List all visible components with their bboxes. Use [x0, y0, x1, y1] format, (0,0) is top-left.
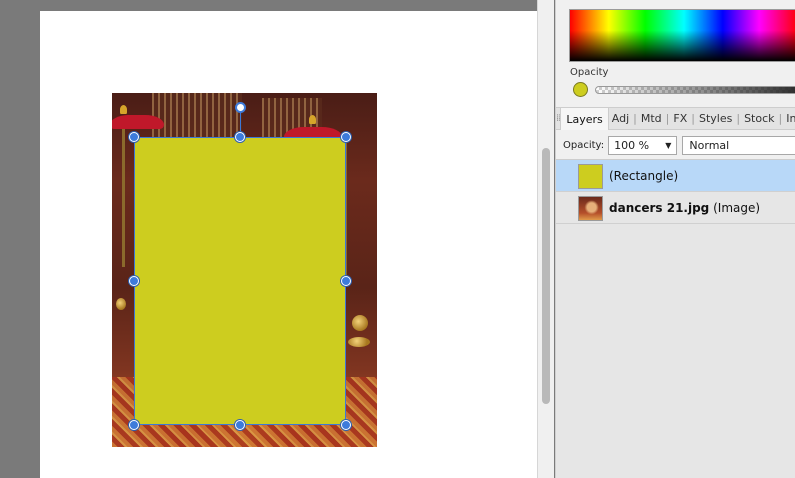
resize-handle-bottom[interactable] — [235, 420, 245, 430]
photo-detail — [348, 337, 370, 347]
tab-stock[interactable]: Stock — [741, 108, 777, 129]
layer-name: (Rectangle) — [609, 169, 679, 183]
layer-row-image[interactable]: dancers 21.jpg (Image) — [556, 192, 795, 224]
layer-row-rectangle[interactable]: (Rectangle) — [556, 160, 795, 192]
layer-opacity-dropdown[interactable]: 100 % ▼ — [608, 135, 678, 155]
resize-handle-bottom-left[interactable] — [129, 420, 139, 430]
photo-detail — [112, 115, 164, 129]
resize-handle-bottom-right[interactable] — [341, 420, 351, 430]
resize-handle-right[interactable] — [341, 276, 351, 286]
layer-opacity-value: 100 % — [614, 138, 650, 152]
layer-name: dancers 21.jpg (Image) — [609, 201, 760, 215]
scrollbar-thumb[interactable] — [542, 148, 550, 404]
layer-thumbnail — [578, 164, 603, 189]
tab-mtd[interactable]: Mtd — [638, 108, 665, 129]
opacity-slider[interactable] — [595, 86, 795, 94]
color-spectrum[interactable] — [569, 9, 795, 62]
right-panel: Opacity ⁞⁞ Layers Adj | Mtd | FX | Style… — [555, 0, 795, 478]
photo-detail — [352, 315, 368, 331]
panel-tab-bar: ⁞⁞ Layers Adj | Mtd | FX | Styles | Stoc… — [556, 107, 795, 130]
blend-mode-value: Normal — [689, 138, 730, 152]
tab-info[interactable]: Info — [783, 108, 795, 129]
layer-type: (Image) — [713, 201, 761, 215]
current-color-swatch[interactable] — [573, 82, 588, 97]
resize-handle-top-right[interactable] — [341, 132, 351, 142]
photo-detail — [309, 115, 316, 124]
resize-handle-left[interactable] — [129, 276, 139, 286]
tab-layers[interactable]: Layers — [560, 108, 609, 130]
layer-name-bold: dancers 21.jpg — [609, 201, 710, 215]
layer-thumbnail — [578, 196, 603, 221]
tab-styles[interactable]: Styles — [696, 108, 735, 129]
resize-handle-top[interactable] — [235, 132, 245, 142]
chevron-down-icon: ▼ — [665, 140, 672, 150]
photo-detail — [120, 105, 127, 114]
blend-mode-dropdown[interactable]: Normal — [682, 135, 795, 155]
layer-opacity-label: Opacity: — [563, 139, 605, 151]
tab-fx[interactable]: FX — [670, 108, 690, 129]
photo-detail — [122, 117, 125, 267]
layers-options-bar: Opacity: 100 % ▼ Normal — [556, 131, 795, 159]
tab-adj[interactable]: Adj — [609, 108, 632, 129]
rotation-handle[interactable] — [235, 102, 246, 113]
photo-detail — [116, 298, 126, 310]
vertical-scrollbar[interactable] — [537, 0, 554, 478]
resize-handle-top-left[interactable] — [129, 132, 139, 142]
layers-list: (Rectangle) dancers 21.jpg (Image) — [556, 159, 795, 478]
rectangle-shape[interactable] — [134, 137, 346, 425]
opacity-label: Opacity — [570, 67, 609, 78]
canvas-area[interactable] — [0, 0, 537, 478]
